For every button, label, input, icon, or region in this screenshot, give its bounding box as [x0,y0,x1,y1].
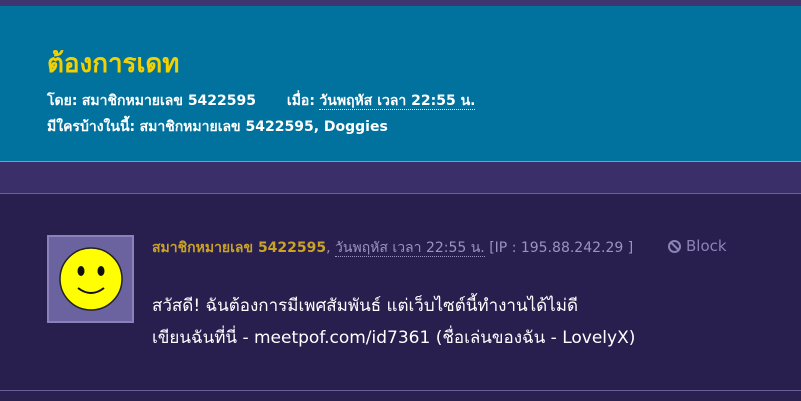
post-date: วันพฤหัส เวลา 22:55 น. [335,240,485,257]
topic-title: ต้องการเดท [47,49,180,79]
present-users-list[interactable]: สมาชิกหมายเลข 5422595, Doggies [140,119,388,135]
meta-separator: , [326,240,331,256]
divider-band [0,162,801,194]
author-link[interactable]: สมาชิกหมายเลข 5422595 [82,93,256,109]
present-label: มีใครบ้างในนี้: [47,119,136,135]
post-ip: [IP : 195.88.242.29 ] [489,240,634,256]
topic-header: ต้องการเดท โดย: สมาชิกหมายเลข 5422595 เม… [0,6,801,162]
post-meta: สมาชิกหมายเลข 5422595, วันพฤหัส เวลา 22:… [152,237,633,259]
block-button[interactable]: Block [668,237,727,255]
topic-date: วันพฤหัส เวลา 22:55 น. [319,93,476,110]
post-body-line: เขียนฉันที่นี่ - meetpof.com/id7361 (ชื่… [152,328,636,348]
post-author-link[interactable]: สมาชิกหมายเลข 5422595 [152,240,326,256]
present-users: มีใครบ้างในนี้: สมาชิกหมายเลข 5422595, D… [47,116,388,138]
smiley-face-icon [59,247,123,311]
post-body-line: สวัสดี! ฉันต้องการมีเพศสัมพันธ์ แต่เว็บไ… [152,296,578,316]
block-label: Block [686,237,727,255]
avatar[interactable] [47,235,134,323]
by-label: โดย: [47,93,78,109]
block-icon [668,239,681,253]
topic-meta: โดย: สมาชิกหมายเลข 5422595 เมื่อ: วันพฤห… [47,90,476,112]
post-body: สวัสดี! ฉันต้องการมีเพศสัมพันธ์ แต่เว็บไ… [152,290,635,354]
when-label: เมื่อ: [286,93,315,109]
